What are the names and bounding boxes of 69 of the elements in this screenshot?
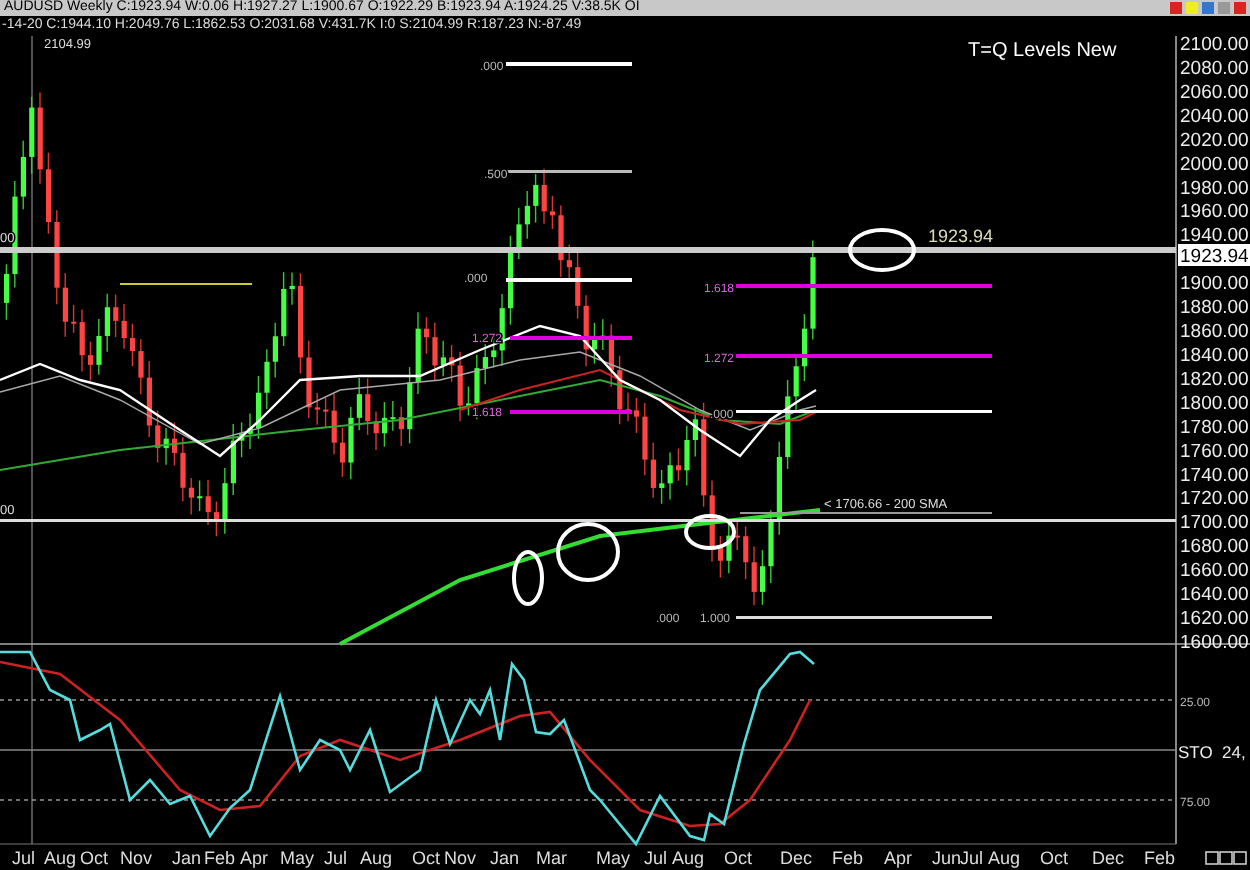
- time-axis-label: Oct: [1040, 848, 1069, 868]
- time-axis-label: Feb: [204, 848, 236, 868]
- price-axis-label: 2080.00: [1180, 57, 1249, 80]
- price-axis-label: 1820.00: [1180, 368, 1249, 391]
- price-axis-label: 1960.00: [1180, 201, 1249, 224]
- time-axis-label: Dec: [780, 848, 813, 868]
- time-axis-label: Jul: [960, 848, 984, 868]
- time-axis-label: Jan: [172, 848, 202, 868]
- time-axis-label: Nov: [444, 848, 477, 868]
- ellipse-marker: [848, 228, 916, 272]
- price-tag: 1923.94: [1178, 244, 1250, 268]
- price-axis-label: 1760.00: [1180, 440, 1249, 463]
- time-axis-label: Feb: [832, 848, 864, 868]
- price-axis-label: 1600.00: [1180, 632, 1249, 654]
- price-axis-label: 1660.00: [1180, 560, 1249, 583]
- price-axis-label: 1840.00: [1180, 344, 1249, 367]
- chart-annotation: 1923.94: [928, 226, 994, 246]
- time-axis-label: Aug: [360, 848, 393, 868]
- price-axis-label: 1700.00: [1180, 512, 1249, 535]
- fib-line: [506, 62, 632, 66]
- price-axis-label: 1720.00: [1180, 488, 1249, 511]
- time-axis-label: Oct: [412, 848, 441, 868]
- fib-line: [506, 170, 632, 173]
- price-axis-label: 2040.00: [1180, 105, 1249, 128]
- price-axis-label: 1780.00: [1180, 416, 1249, 439]
- ellipse-marker: [556, 522, 620, 582]
- price-axis-label: 1800.00: [1180, 392, 1249, 415]
- price-axis-label: 1980.00: [1180, 177, 1249, 200]
- time-axis-label: Oct: [724, 848, 753, 868]
- time-axis-label: Jul: [644, 848, 668, 868]
- price-axis-label: 2000.00: [1180, 153, 1249, 176]
- time-axis-label: Oct: [80, 848, 109, 868]
- time-axis-label: Mar: [536, 848, 567, 868]
- price-axis-label: 1860.00: [1180, 321, 1249, 344]
- time-axis-label: Feb: [1144, 848, 1176, 868]
- level-line: [120, 283, 252, 285]
- close-icon[interactable]: [1234, 2, 1246, 14]
- time-axis-label: Aug: [672, 848, 705, 868]
- time-axis-label: Nov: [120, 848, 153, 868]
- ellipse-marker: [512, 550, 544, 606]
- price-axis-label: 1940.00: [1180, 225, 1249, 248]
- fib-line: [506, 278, 632, 282]
- indicator-name: STO 24,: [1178, 742, 1246, 762]
- time-axis-label: Jul: [324, 848, 348, 868]
- minimize-icon[interactable]: [1218, 2, 1230, 14]
- time-axis-label: Apr: [884, 848, 913, 868]
- price-axis-label: 1640.00: [1180, 584, 1249, 607]
- time-axis-label: Aug: [44, 848, 77, 868]
- chart-annotation: T=Q Levels New: [968, 40, 1117, 62]
- time-axis-label: Aug: [988, 848, 1021, 868]
- time-axis-label: Apr: [240, 848, 269, 868]
- price-axis-label: 1680.00: [1180, 536, 1249, 559]
- ellipse-marker: [684, 514, 736, 550]
- price-axis-label: 1740.00: [1180, 464, 1249, 487]
- price-axis-label: 2060.00: [1180, 81, 1249, 104]
- price-axis-label: 2100.00: [1180, 36, 1249, 56]
- price-axis-label: 1880.00: [1180, 297, 1249, 320]
- fib-line: [510, 336, 632, 340]
- price-axis-label: 2020.00: [1180, 129, 1249, 152]
- scroll-buttons-icon[interactable]: [1205, 851, 1247, 865]
- fib-line: [510, 410, 632, 414]
- time-axis-label: May: [280, 848, 315, 868]
- price-axis-label: 1900.00: [1180, 273, 1249, 296]
- time-axis-label: Jul: [12, 848, 36, 868]
- time-axis-label: Jun: [932, 848, 962, 868]
- time-axis-label: May: [596, 848, 631, 868]
- time-axis-label: Dec: [1092, 848, 1125, 868]
- time-axis-label: Jan: [490, 848, 520, 868]
- price-axis-label: 1620.00: [1180, 608, 1249, 631]
